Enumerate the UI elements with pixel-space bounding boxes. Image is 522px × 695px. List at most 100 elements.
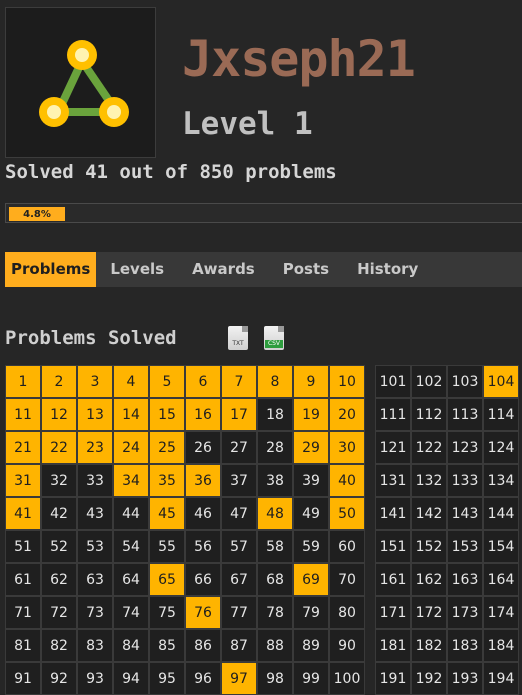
problem-cell-95[interactable]: 95 (149, 662, 185, 695)
problem-cell-90[interactable]: 90 (329, 629, 365, 662)
problem-cell-81[interactable]: 81 (5, 629, 41, 662)
problem-cell-133[interactable]: 133 (447, 464, 483, 497)
problem-cell-64[interactable]: 64 (113, 563, 149, 596)
problem-cell-191[interactable]: 191 (375, 662, 411, 695)
problem-cell-84[interactable]: 84 (113, 629, 149, 662)
problem-cell-13[interactable]: 13 (77, 398, 113, 431)
problem-cell-121[interactable]: 121 (375, 431, 411, 464)
problem-cell-53[interactable]: 53 (77, 530, 113, 563)
problem-cell-174[interactable]: 174 (483, 596, 519, 629)
problem-cell-171[interactable]: 171 (375, 596, 411, 629)
problem-cell-52[interactable]: 52 (41, 530, 77, 563)
problem-cell-66[interactable]: 66 (185, 563, 221, 596)
problem-cell-161[interactable]: 161 (375, 563, 411, 596)
problem-cell-4[interactable]: 4 (113, 365, 149, 398)
problem-cell-68[interactable]: 68 (257, 563, 293, 596)
problem-cell-183[interactable]: 183 (447, 629, 483, 662)
problem-cell-37[interactable]: 37 (221, 464, 257, 497)
problem-cell-26[interactable]: 26 (185, 431, 221, 464)
problem-cell-75[interactable]: 75 (149, 596, 185, 629)
tab-levels[interactable]: Levels (96, 252, 178, 287)
problem-cell-31[interactable]: 31 (5, 464, 41, 497)
problem-cell-54[interactable]: 54 (113, 530, 149, 563)
problem-cell-83[interactable]: 83 (77, 629, 113, 662)
tab-history[interactable]: History (343, 252, 432, 287)
problem-cell-12[interactable]: 12 (41, 398, 77, 431)
problem-cell-85[interactable]: 85 (149, 629, 185, 662)
problem-cell-102[interactable]: 102 (411, 365, 447, 398)
problem-cell-29[interactable]: 29 (293, 431, 329, 464)
problem-cell-72[interactable]: 72 (41, 596, 77, 629)
problem-cell-79[interactable]: 79 (293, 596, 329, 629)
problem-cell-69[interactable]: 69 (293, 563, 329, 596)
problem-cell-7[interactable]: 7 (221, 365, 257, 398)
problem-cell-99[interactable]: 99 (293, 662, 329, 695)
problem-cell-50[interactable]: 50 (329, 497, 365, 530)
problem-cell-23[interactable]: 23 (77, 431, 113, 464)
problem-cell-78[interactable]: 78 (257, 596, 293, 629)
problem-cell-91[interactable]: 91 (5, 662, 41, 695)
problem-cell-25[interactable]: 25 (149, 431, 185, 464)
problem-cell-34[interactable]: 34 (113, 464, 149, 497)
problem-cell-74[interactable]: 74 (113, 596, 149, 629)
problem-cell-100[interactable]: 100 (329, 662, 365, 695)
problem-cell-28[interactable]: 28 (257, 431, 293, 464)
problem-cell-45[interactable]: 45 (149, 497, 185, 530)
problem-cell-63[interactable]: 63 (77, 563, 113, 596)
problem-cell-193[interactable]: 193 (447, 662, 483, 695)
problem-cell-17[interactable]: 17 (221, 398, 257, 431)
problem-cell-94[interactable]: 94 (113, 662, 149, 695)
problem-cell-124[interactable]: 124 (483, 431, 519, 464)
problem-cell-182[interactable]: 182 (411, 629, 447, 662)
problem-cell-30[interactable]: 30 (329, 431, 365, 464)
problem-cell-82[interactable]: 82 (41, 629, 77, 662)
problem-cell-89[interactable]: 89 (293, 629, 329, 662)
problem-cell-24[interactable]: 24 (113, 431, 149, 464)
problem-cell-51[interactable]: 51 (5, 530, 41, 563)
problem-cell-18[interactable]: 18 (257, 398, 293, 431)
problem-cell-172[interactable]: 172 (411, 596, 447, 629)
problem-cell-5[interactable]: 5 (149, 365, 185, 398)
problem-cell-61[interactable]: 61 (5, 563, 41, 596)
problem-cell-71[interactable]: 71 (5, 596, 41, 629)
problem-cell-104[interactable]: 104 (483, 365, 519, 398)
problem-cell-163[interactable]: 163 (447, 563, 483, 596)
problem-cell-21[interactable]: 21 (5, 431, 41, 464)
problem-cell-143[interactable]: 143 (447, 497, 483, 530)
problem-cell-10[interactable]: 10 (329, 365, 365, 398)
problem-cell-101[interactable]: 101 (375, 365, 411, 398)
problem-cell-141[interactable]: 141 (375, 497, 411, 530)
problem-cell-154[interactable]: 154 (483, 530, 519, 563)
problem-cell-33[interactable]: 33 (77, 464, 113, 497)
problem-cell-123[interactable]: 123 (447, 431, 483, 464)
problem-cell-20[interactable]: 20 (329, 398, 365, 431)
problem-cell-114[interactable]: 114 (483, 398, 519, 431)
tab-posts[interactable]: Posts (269, 252, 343, 287)
problem-cell-194[interactable]: 194 (483, 662, 519, 695)
problem-cell-40[interactable]: 40 (329, 464, 365, 497)
problem-cell-1[interactable]: 1 (5, 365, 41, 398)
problem-cell-112[interactable]: 112 (411, 398, 447, 431)
problem-cell-184[interactable]: 184 (483, 629, 519, 662)
problem-cell-67[interactable]: 67 (221, 563, 257, 596)
problem-cell-35[interactable]: 35 (149, 464, 185, 497)
problem-cell-76[interactable]: 76 (185, 596, 221, 629)
problem-cell-98[interactable]: 98 (257, 662, 293, 695)
problem-cell-113[interactable]: 113 (447, 398, 483, 431)
problem-cell-19[interactable]: 19 (293, 398, 329, 431)
problem-cell-87[interactable]: 87 (221, 629, 257, 662)
problem-cell-103[interactable]: 103 (447, 365, 483, 398)
tab-problems[interactable]: Problems (5, 252, 97, 287)
problem-cell-134[interactable]: 134 (483, 464, 519, 497)
problem-cell-96[interactable]: 96 (185, 662, 221, 695)
problem-cell-55[interactable]: 55 (149, 530, 185, 563)
problem-cell-22[interactable]: 22 (41, 431, 77, 464)
problem-cell-27[interactable]: 27 (221, 431, 257, 464)
problem-cell-58[interactable]: 58 (257, 530, 293, 563)
problem-cell-36[interactable]: 36 (185, 464, 221, 497)
problem-cell-43[interactable]: 43 (77, 497, 113, 530)
problem-cell-32[interactable]: 32 (41, 464, 77, 497)
problem-cell-6[interactable]: 6 (185, 365, 221, 398)
problem-cell-44[interactable]: 44 (113, 497, 149, 530)
problem-cell-16[interactable]: 16 (185, 398, 221, 431)
